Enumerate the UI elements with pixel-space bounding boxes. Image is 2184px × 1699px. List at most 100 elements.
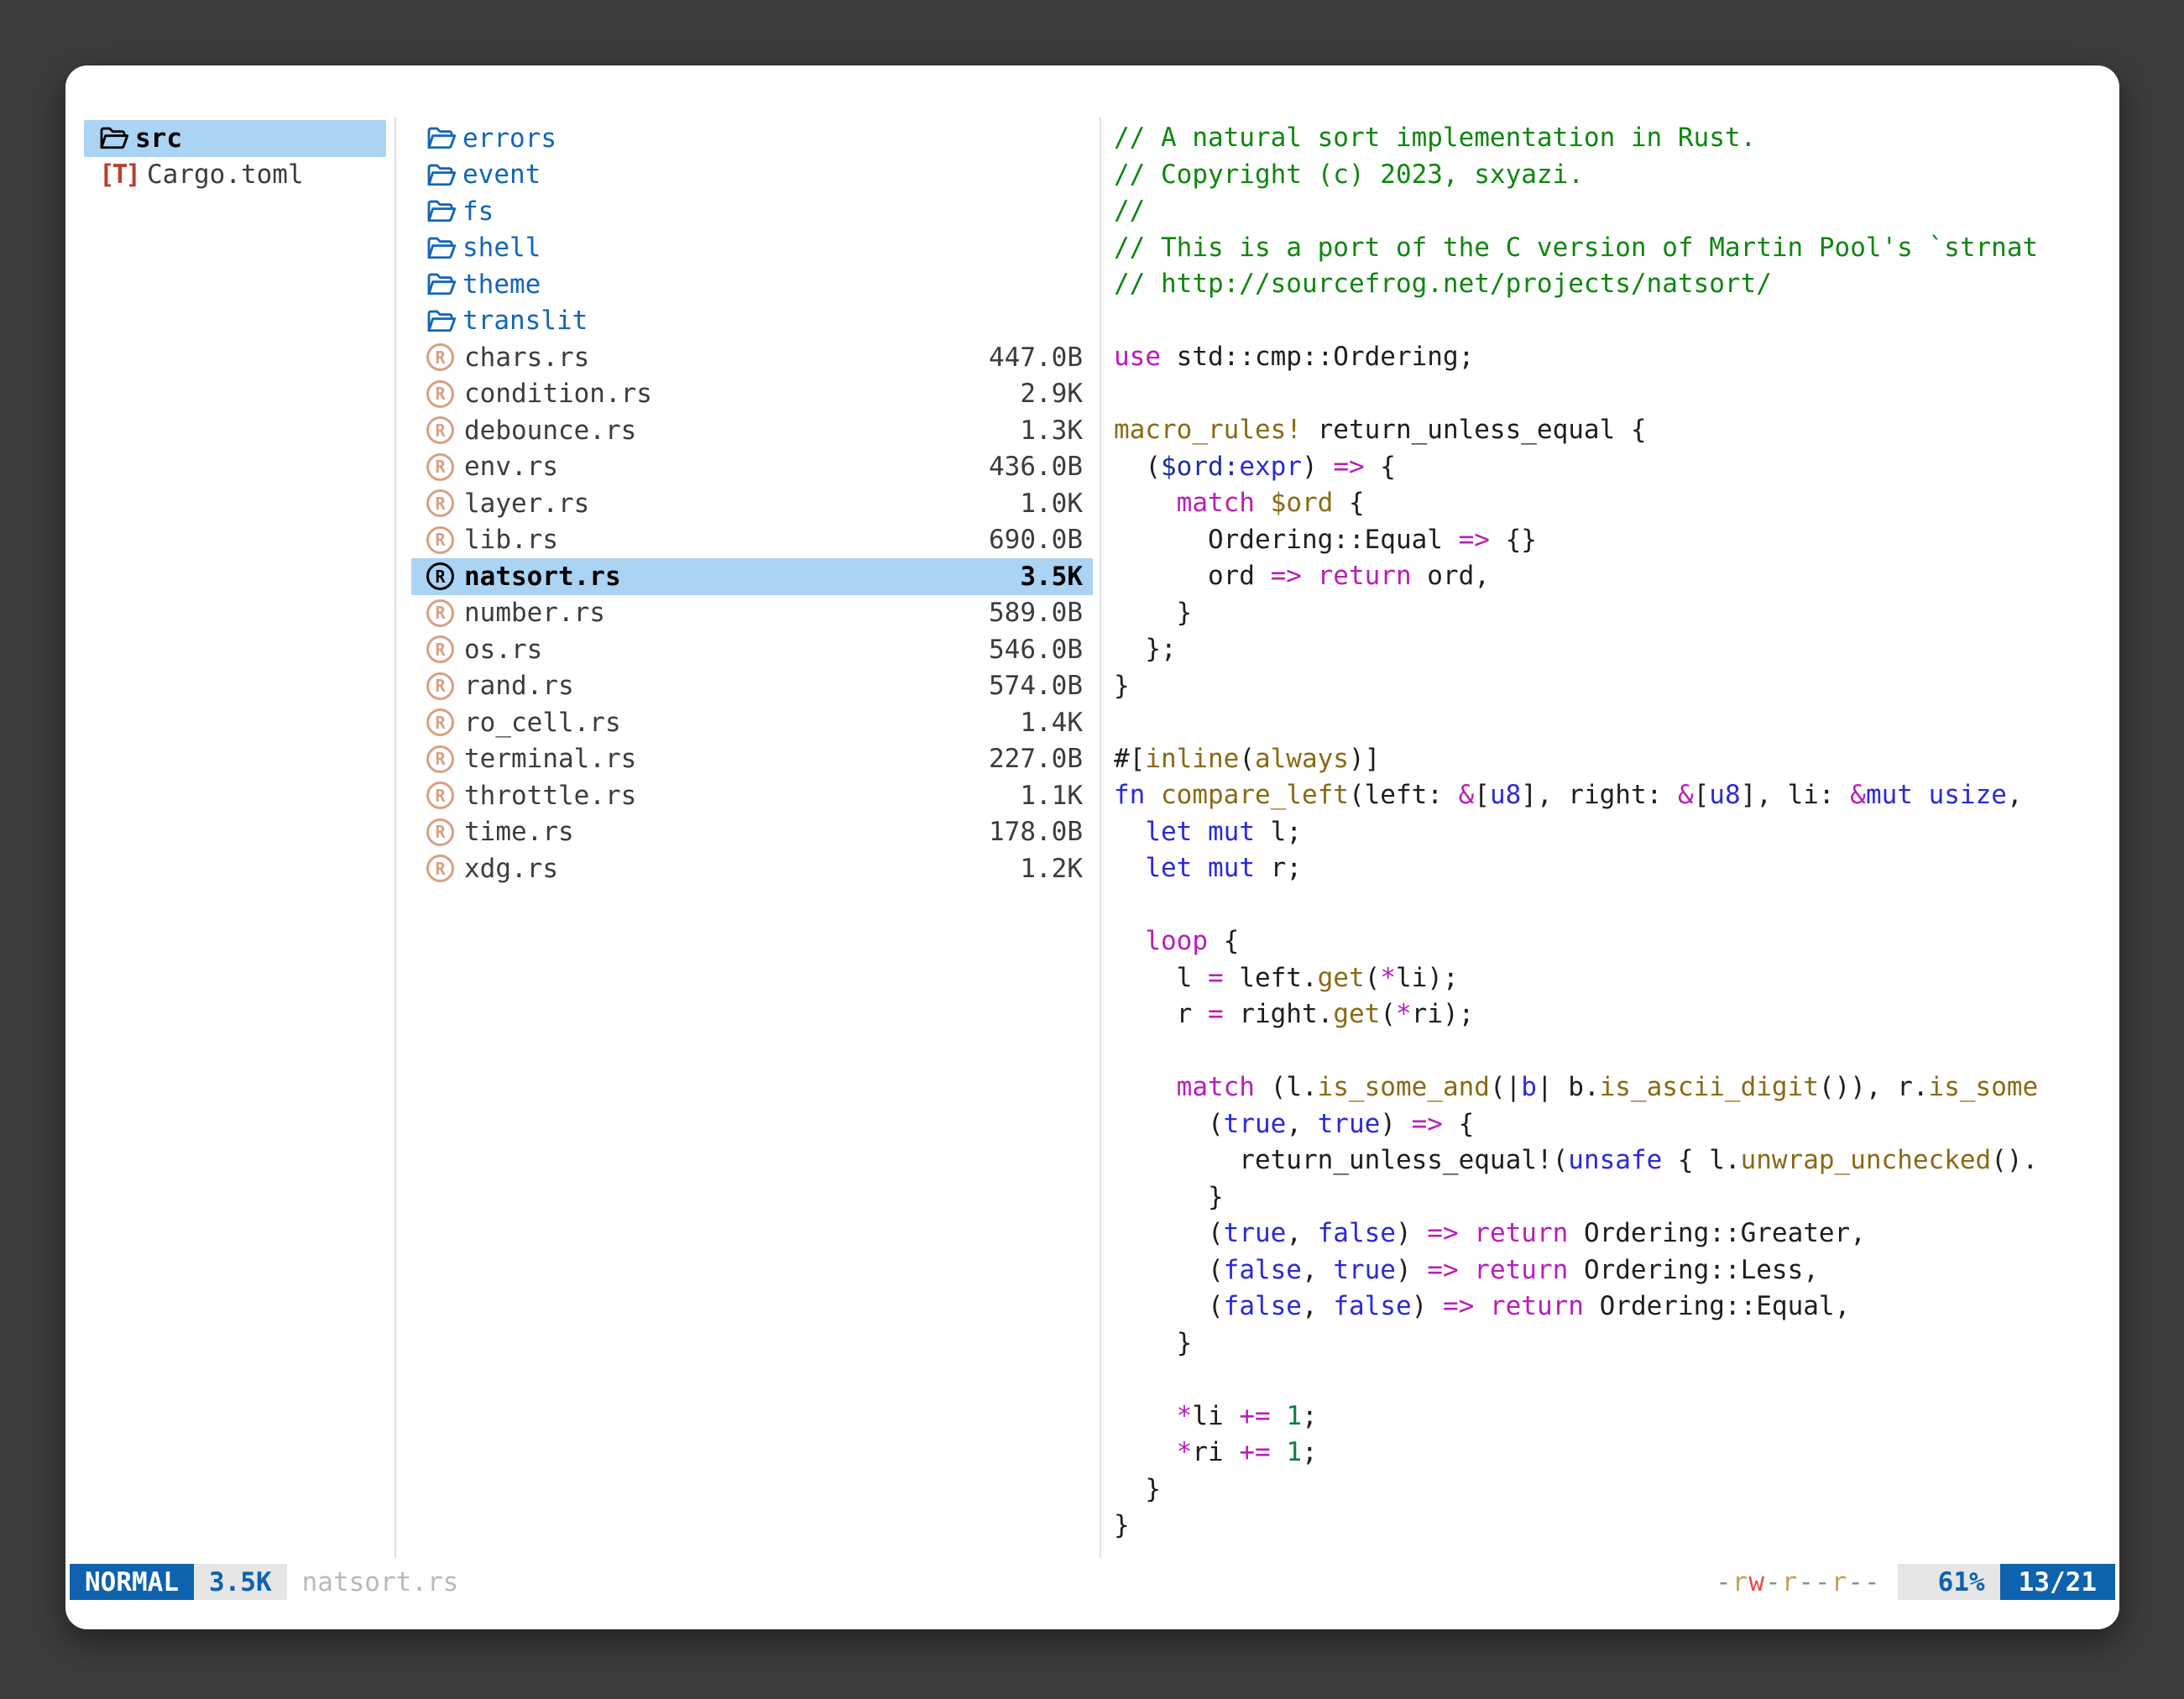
file-row-debounce.rs[interactable]: Rdebounce.rs 1.3K bbox=[411, 412, 1093, 449]
code-line: // A natural sort implementation in Rust… bbox=[1114, 120, 2119, 157]
file-name: errors bbox=[462, 123, 556, 154]
rust-file-icon: R bbox=[426, 453, 454, 481]
file-row-natsort.rs[interactable]: Rnatsort.rs3.5K bbox=[411, 558, 1093, 595]
status-filename: natsort.rs bbox=[302, 1567, 459, 1597]
code-line: } bbox=[1114, 1472, 2119, 1508]
file-row-errors[interactable]: errors bbox=[411, 120, 1093, 157]
rust-file-icon: R bbox=[426, 599, 454, 627]
mode-indicator: NORMAL bbox=[70, 1564, 194, 1600]
file-name: ro_cell.rs bbox=[464, 708, 621, 738]
file-row-terminal.rs[interactable]: Rterminal.rs 227.0B bbox=[411, 741, 1093, 778]
file-row-number.rs[interactable]: Rnumber.rs 589.0B bbox=[411, 595, 1093, 632]
file-size: 1.1K bbox=[1020, 781, 1083, 811]
permissions-indicator: -rw-r--r-- bbox=[1716, 1567, 1881, 1597]
file-name: lib.rs bbox=[464, 525, 558, 555]
cursor-position-indicator: 13/21 bbox=[2000, 1564, 2115, 1600]
code-line: (false, false) => return Ordering::Equal… bbox=[1114, 1289, 2119, 1325]
code-line: ($ord:expr) => { bbox=[1114, 449, 2119, 486]
file-row-fs[interactable]: fs bbox=[411, 193, 1093, 230]
code-line bbox=[1114, 1033, 2119, 1070]
code-line bbox=[1114, 887, 2119, 924]
file-row-src[interactable]: src bbox=[84, 120, 386, 157]
file-row-throttle.rs[interactable]: Rthrottle.rs1.1K bbox=[411, 777, 1093, 814]
pane-divider bbox=[1100, 118, 1101, 1558]
code-line bbox=[1114, 704, 2119, 741]
file-size: 436.0B bbox=[989, 452, 1083, 482]
file-name: shell bbox=[462, 233, 541, 263]
code-line bbox=[1114, 376, 2119, 413]
code-line: } bbox=[1114, 595, 2119, 632]
code-line: (true, false) => return Ordering::Greate… bbox=[1114, 1215, 2119, 1252]
rust-file-icon: R bbox=[426, 708, 454, 736]
code-line: *ri += 1; bbox=[1114, 1435, 2119, 1472]
file-size: 1.2K bbox=[1020, 854, 1083, 884]
code-line: } bbox=[1114, 668, 2119, 705]
file-size: 2.9K bbox=[1020, 379, 1083, 409]
file-row-time.rs[interactable]: Rtime.rs178.0B bbox=[411, 814, 1093, 851]
file-name: condition.rs bbox=[464, 379, 652, 409]
file-row-os.rs[interactable]: Ros.rs546.0B bbox=[411, 631, 1093, 668]
rust-file-icon: R bbox=[426, 526, 454, 554]
file-row-condition.rs[interactable]: Rcondition.rs2.9K bbox=[411, 376, 1093, 413]
file-row-lib.rs[interactable]: Rlib.rs 690.0B bbox=[411, 522, 1093, 559]
file-row-xdg.rs[interactable]: Rxdg.rs1.2K bbox=[411, 850, 1093, 887]
file-row-env.rs[interactable]: Renv.rs 436.0B bbox=[411, 449, 1093, 486]
file-row-rand.rs[interactable]: Rrand.rs574.0B bbox=[411, 668, 1093, 705]
file-name: natsort.rs bbox=[464, 562, 621, 592]
folder-icon bbox=[99, 124, 129, 152]
file-name: terminal.rs bbox=[464, 744, 636, 774]
file-name: number.rs bbox=[464, 598, 605, 628]
file-name: layer.rs bbox=[464, 489, 589, 519]
code-line bbox=[1114, 303, 2119, 340]
file-name: os.rs bbox=[464, 635, 542, 665]
code-line: return_unless_equal!(unsafe { l.unwrap_u… bbox=[1114, 1142, 2119, 1179]
rust-file-icon: R bbox=[426, 745, 454, 773]
file-row-shell[interactable]: shell bbox=[411, 230, 1093, 267]
file-name: src bbox=[135, 123, 182, 154]
code-line: *li += 1; bbox=[1114, 1398, 2119, 1435]
file-name: debounce.rs bbox=[464, 416, 636, 446]
file-size: 447.0B bbox=[989, 342, 1083, 373]
file-size: 1.3K bbox=[1020, 416, 1083, 446]
current-pane[interactable]: errorseventfsshell theme translitRchars.rs… bbox=[394, 120, 1100, 887]
code-line: match (l.is_some_and(|b| b.is_ascii_digi… bbox=[1114, 1069, 2119, 1106]
rust-file-icon: R bbox=[426, 635, 454, 663]
file-size: 178.0B bbox=[989, 817, 1083, 847]
rust-file-icon: R bbox=[426, 672, 454, 700]
rust-file-icon: R bbox=[426, 416, 454, 444]
code-line: // bbox=[1114, 193, 2119, 230]
folder-icon bbox=[426, 307, 457, 335]
code-line: }; bbox=[1114, 631, 2119, 668]
file-name: theme bbox=[462, 269, 541, 300]
code-line: use std::cmp::Ordering; bbox=[1114, 339, 2119, 376]
file-row-theme[interactable]: theme bbox=[411, 266, 1093, 303]
folder-icon bbox=[426, 234, 457, 262]
code-line: // This is a port of the C version of Ma… bbox=[1114, 230, 2119, 267]
code-line: Ordering::Equal => {} bbox=[1114, 522, 2119, 559]
parent-pane[interactable]: src[T]Cargo.toml bbox=[65, 120, 394, 193]
code-line: let mut l; bbox=[1114, 814, 2119, 851]
rust-file-icon: R bbox=[426, 818, 454, 846]
file-name: env.rs bbox=[464, 452, 558, 482]
code-line: } bbox=[1114, 1179, 2119, 1216]
file-size: 589.0B bbox=[989, 598, 1083, 628]
preview-pane[interactable]: // A natural sort implementation in Rust… bbox=[1114, 120, 2119, 1545]
file-size: 690.0B bbox=[989, 525, 1083, 555]
code-line bbox=[1114, 1362, 2119, 1398]
code-line: // http://sourcefrog.net/projects/natsor… bbox=[1114, 266, 2119, 303]
file-size: 227.0B bbox=[989, 744, 1083, 774]
file-row-ro_cell.rs[interactable]: Rro_cell.rs1.4K bbox=[411, 704, 1093, 741]
file-row-Cargo.toml[interactable]: [T]Cargo.toml bbox=[84, 157, 386, 194]
folder-icon bbox=[426, 197, 457, 225]
rust-file-icon: R bbox=[426, 855, 454, 882]
folder-icon bbox=[426, 124, 457, 152]
rust-file-icon: R bbox=[426, 489, 454, 517]
code-line: (false, true) => return Ordering::Less, bbox=[1114, 1252, 2119, 1289]
file-row-translit[interactable]: translit bbox=[411, 303, 1093, 340]
file-name: translit bbox=[462, 306, 588, 336]
file-name: rand.rs bbox=[464, 671, 574, 701]
file-row-event[interactable]: event bbox=[411, 157, 1093, 194]
file-row-chars.rs[interactable]: Rchars.rs447.0B bbox=[411, 339, 1093, 376]
file-row-layer.rs[interactable]: Rlayer.rs1.0K bbox=[411, 485, 1093, 522]
status-bar: NORMAL 3.5K natsort.rs -rw-r--r-- 61% 13… bbox=[70, 1563, 2115, 1601]
